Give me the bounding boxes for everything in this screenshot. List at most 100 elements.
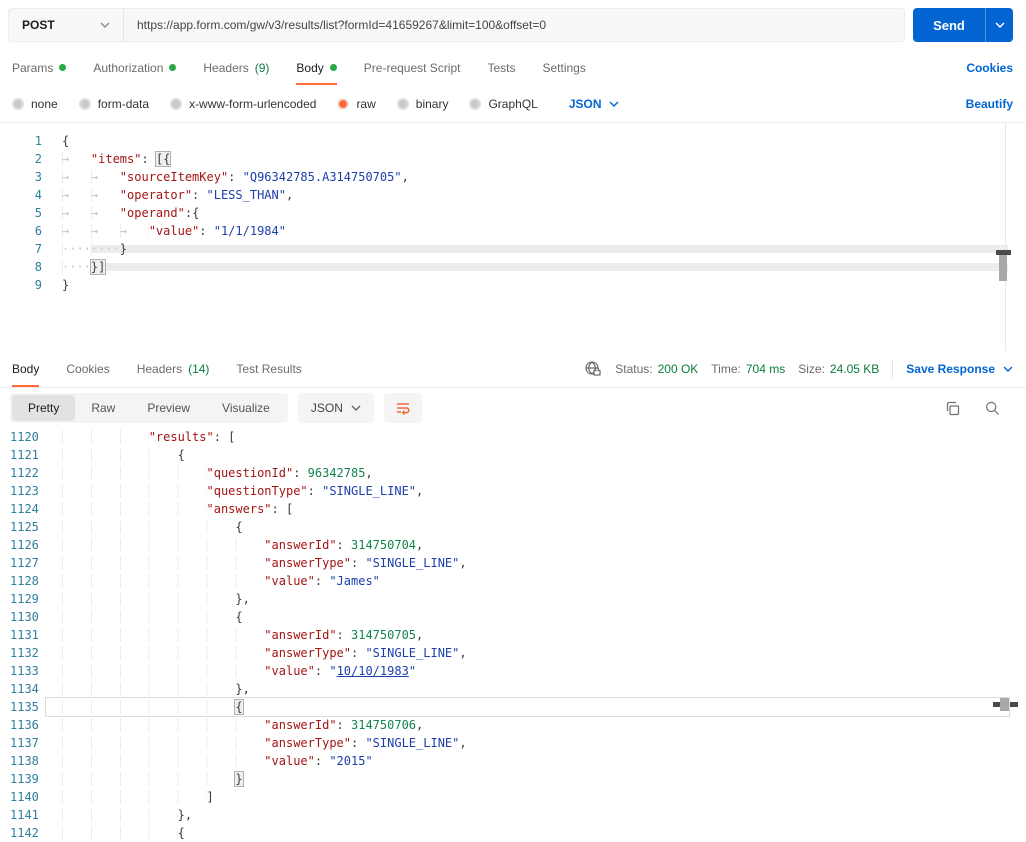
body-type-radio-none[interactable]: none xyxy=(12,97,58,111)
copy-icon[interactable] xyxy=(944,400,961,417)
tab-label: Cookies xyxy=(66,362,110,376)
response-language-dropdown[interactable]: JSON xyxy=(297,393,374,423)
line-number: 1124 xyxy=(10,502,39,516)
url-field: POST https://app.form.com/gw/v3/results/… xyxy=(8,8,905,42)
code-line-1138: 1138 "value": "2015" xyxy=(0,752,1026,770)
code-line-4: 4 → → "operator": "LESS_THAN", xyxy=(0,186,1026,204)
status-label: Status: xyxy=(615,362,653,376)
code-line-1139: 1139 } xyxy=(0,770,1026,788)
code-line-1127: 1127 "answerType": "SINGLE_LINE", xyxy=(0,554,1026,572)
method-dropdown[interactable]: POST xyxy=(9,18,123,32)
view-tab-preview[interactable]: Preview xyxy=(131,395,206,421)
line-number: 1128 xyxy=(10,574,39,588)
code-line-8: 8 ····}] xyxy=(0,258,1026,276)
response-actions xyxy=(944,400,1013,417)
status-pair: Status: 200 OK xyxy=(615,362,698,376)
line-number: 1132 xyxy=(10,646,39,660)
line-number: 1134 xyxy=(10,682,39,696)
status-value: 200 OK xyxy=(657,362,699,376)
url-input[interactable]: https://app.form.com/gw/v3/results/list?… xyxy=(124,18,546,32)
code-line-content: "value": "2015" xyxy=(45,752,1026,770)
request-body-editor[interactable]: 1{2 → "items": [{3 → → "sourceItemKey": "Q… xyxy=(0,123,1026,351)
tab-authorization[interactable]: Authorization xyxy=(93,50,177,85)
cookies-link[interactable]: Cookies xyxy=(966,61,1013,75)
body-type-radio-binary[interactable]: binary xyxy=(396,97,448,111)
response-tab-cookies[interactable]: Cookies xyxy=(66,351,109,387)
search-icon[interactable] xyxy=(984,400,1001,417)
line-number: 1140 xyxy=(10,790,39,804)
line-number: 1126 xyxy=(10,538,39,552)
body-type-radio-graphql[interactable]: GraphQL xyxy=(469,96,538,111)
wrap-line-icon xyxy=(396,403,410,416)
radio-label: GraphQL xyxy=(488,96,538,111)
code-line-content: → → → "value": "1/1/1984" xyxy=(62,224,286,238)
view-tab-visualize[interactable]: Visualize xyxy=(206,395,286,421)
response-body-editor[interactable]: 1120 "results": [1121 {1122 "questionId"… xyxy=(0,428,1026,842)
line-number: 3 xyxy=(34,170,42,184)
radio-label: none xyxy=(31,96,58,111)
radio-icon xyxy=(12,97,24,110)
save-response-button[interactable]: Save Response xyxy=(906,362,1013,376)
response-tab-headers[interactable]: Headers (14) xyxy=(137,351,210,387)
response-view-switcher: Pretty Raw Preview Visualize xyxy=(10,393,288,423)
line-number: 1120 xyxy=(10,430,39,444)
body-type-radio-raw[interactable]: raw xyxy=(337,97,376,111)
code-line-content: "answerType": "SINGLE_LINE", xyxy=(45,734,1026,752)
code-line-content: { xyxy=(45,518,1026,536)
tab-label: Settings xyxy=(542,60,586,75)
radio-label: form-data xyxy=(97,96,150,111)
code-line-1135: 1135 { xyxy=(0,697,1026,717)
tab-label: Test Results xyxy=(236,362,302,376)
code-line-content: → → "operator": "LESS_THAN", xyxy=(62,188,294,202)
body-type-radio-form-data[interactable]: form-data xyxy=(78,96,150,111)
code-line-6: 6 → → → "value": "1/1/1984" xyxy=(0,222,1026,240)
language-dropdown[interactable]: JSON xyxy=(569,97,619,111)
response-tabs-list: Body Cookies Headers (14) Test Results xyxy=(12,351,329,387)
code-line-content: } xyxy=(62,278,70,292)
response-toolbar: Pretty Raw Preview Visualize JSON xyxy=(0,388,1026,428)
send-options-chevron[interactable] xyxy=(986,22,1013,28)
code-line-1134: 1134 }, xyxy=(0,680,1026,698)
green-dot-indicator xyxy=(59,64,67,71)
chevron-down-icon xyxy=(609,101,619,107)
tab-tests[interactable]: Tests xyxy=(487,50,515,85)
tab-headers[interactable]: Headers (9) xyxy=(203,50,269,85)
tab-label: Body xyxy=(296,60,324,75)
save-response-label: Save Response xyxy=(906,362,995,376)
body-type-radio-x-www-form-urlencoded[interactable]: x-www-form-urlencoded xyxy=(170,97,316,111)
code-line-content: } xyxy=(45,770,1026,788)
view-tab-pretty[interactable]: Pretty xyxy=(12,395,76,421)
view-tab-raw[interactable]: Raw xyxy=(75,395,131,421)
code-line-content: → → "operand":{ xyxy=(62,206,200,220)
code-line-content: { xyxy=(45,608,1026,626)
beautify-link[interactable]: Beautify xyxy=(966,97,1013,111)
line-number: 5 xyxy=(34,206,42,220)
code-line-content: "answers": [ xyxy=(45,500,1026,518)
response-header: Body Cookies Headers (14) Test Results Statu… xyxy=(0,351,1026,388)
response-tab-test-results[interactable]: Test Results xyxy=(236,351,301,387)
tab-label: Headers xyxy=(136,362,183,376)
radio-icon xyxy=(170,97,183,110)
green-dot-indicator xyxy=(169,64,177,71)
tab-body[interactable]: Body xyxy=(296,50,338,85)
code-line-content: "answerId": 314750704, xyxy=(45,536,1026,554)
send-button[interactable]: Send xyxy=(913,8,1013,42)
size-value: 24.05 KB xyxy=(829,362,880,376)
method-label: POST xyxy=(22,18,55,32)
code-line-2: 2 → "items": [{ xyxy=(0,150,1026,168)
time-pair: Time: 704 ms xyxy=(711,362,785,376)
code-line-1128: 1128 "value": "James" xyxy=(0,572,1026,590)
response-tab-body[interactable]: Body xyxy=(12,351,40,387)
tab-pre-request-script[interactable]: Pre-request Script xyxy=(364,50,461,85)
line-number: 1123 xyxy=(10,484,39,498)
code-line-content: { xyxy=(45,698,1026,716)
code-line-content: "answerId": 314750705, xyxy=(45,626,1026,644)
radio-icon xyxy=(78,97,91,110)
tab-settings[interactable]: Settings xyxy=(543,50,586,85)
code-line-1131: 1131 "answerId": 314750705, xyxy=(0,626,1026,644)
line-number: 1137 xyxy=(10,736,39,750)
wrap-lines-button[interactable] xyxy=(383,393,422,423)
tab-params[interactable]: Params xyxy=(12,50,67,85)
code-line-content: "answerType": "SINGLE_LINE", xyxy=(45,554,1026,572)
line-number: 1139 xyxy=(10,772,39,786)
